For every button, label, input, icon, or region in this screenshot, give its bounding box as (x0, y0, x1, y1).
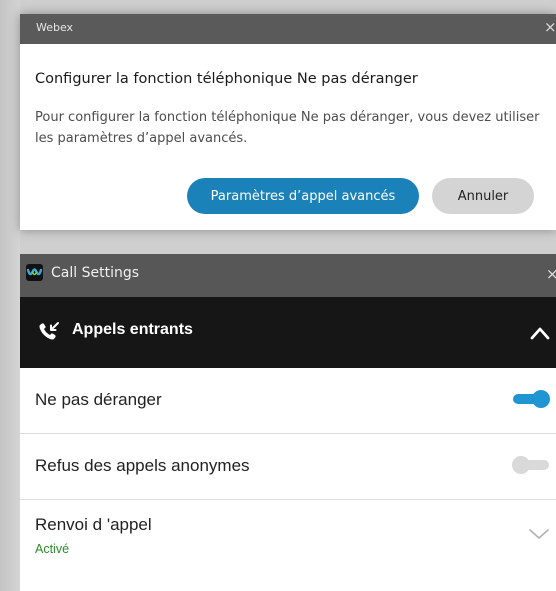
advanced-call-settings-button[interactable]: Paramètres d’appel avancés (187, 178, 419, 214)
toggle-knob (532, 390, 550, 408)
panel-titlebar: Call Settings × (20, 254, 556, 297)
call-forwarding-status: Activé (35, 542, 70, 556)
anonymous-call-rejection-toggle[interactable] (512, 456, 549, 474)
panel-title: Call Settings (51, 265, 140, 281)
toggle-knob (512, 456, 530, 474)
call-forwarding-label: Renvoi d 'appel (35, 515, 152, 534)
webex-app-icon (26, 264, 43, 281)
call-settings-panel: Call Settings × Appels entrants Ne pas d… (20, 254, 556, 591)
dialog-close-icon[interactable]: × (544, 18, 556, 36)
chevron-up-icon[interactable] (530, 325, 550, 340)
call-forwarding-row[interactable]: Renvoi d 'appel Activé (20, 500, 556, 565)
dialog-titlebar: Webex × (20, 14, 556, 44)
incoming-call-icon (37, 321, 61, 343)
do-not-disturb-label: Ne pas déranger (35, 390, 162, 409)
do-not-disturb-toggle[interactable] (513, 390, 550, 408)
dialog-app-name: Webex (36, 21, 74, 34)
webex-dialog: Webex × Configurer la fonction téléphoni… (20, 14, 556, 230)
dialog-heading: Configurer la fonction téléphonique Ne p… (35, 71, 418, 87)
panel-close-icon[interactable]: × (546, 264, 556, 284)
anonymous-call-rejection-row: Refus des appels anonymes (20, 434, 556, 500)
do-not-disturb-row: Ne pas déranger (20, 368, 556, 434)
incoming-calls-section-header[interactable]: Appels entrants (20, 297, 556, 368)
anonymous-call-rejection-label: Refus des appels anonymes (35, 456, 250, 475)
chevron-down-icon[interactable] (528, 526, 550, 540)
dialog-message: Pour configurer la fonction téléphonique… (35, 110, 540, 146)
section-title: Appels entrants (72, 321, 193, 338)
cancel-button[interactable]: Annuler (432, 178, 534, 214)
background-edge (0, 0, 20, 591)
